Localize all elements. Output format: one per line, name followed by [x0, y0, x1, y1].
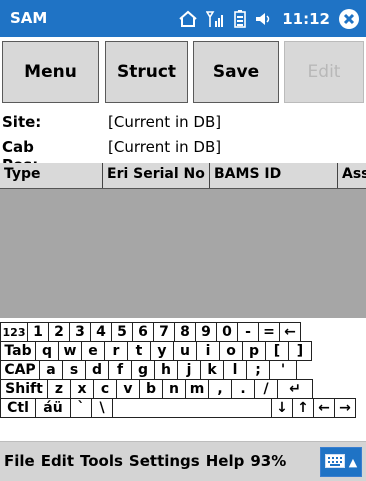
edit-button[interactable]: Edit	[284, 41, 364, 103]
key-4[interactable]: 4	[90, 322, 112, 342]
keyboard-row-2: Tab q w e r t y u i o p [ ]	[0, 341, 312, 361]
key-shift[interactable]: Shift	[0, 379, 48, 399]
save-button[interactable]: Save	[193, 41, 279, 103]
key-g[interactable]: g	[131, 360, 155, 380]
key-6[interactable]: 6	[132, 322, 154, 342]
key-c[interactable]: c	[93, 379, 117, 399]
clock[interactable]: 11:12	[282, 10, 330, 28]
key-down-arrow[interactable]: ↓	[271, 398, 293, 418]
status-icons: 11:12	[178, 0, 366, 37]
key-q[interactable]: q	[35, 341, 59, 361]
key-a[interactable]: a	[39, 360, 63, 380]
keyboard-row-5: Ctl áü ` \ ↓ ↑ ← →	[0, 398, 356, 418]
column-header-type[interactable]: Type	[0, 163, 103, 188]
cab-pos-value[interactable]: [Current in DB]	[108, 138, 221, 156]
title-bar: SAM 11:12	[0, 0, 366, 37]
keyboard-row-1: 123 1 2 3 4 5 6 7 8 9 0 - = ←	[0, 322, 301, 342]
menu-help[interactable]: Help	[206, 452, 245, 470]
soft-keyboard: 123 1 2 3 4 5 6 7 8 9 0 - = ← Tab q w e …	[0, 322, 366, 441]
key-m[interactable]: m	[185, 379, 209, 399]
key-tab[interactable]: Tab	[0, 341, 36, 361]
column-header-eri-serial-no[interactable]: Eri Serial No	[103, 163, 210, 188]
key-right-arrow[interactable]: →	[334, 398, 356, 418]
key-equals[interactable]: =	[258, 322, 280, 342]
key-5[interactable]: 5	[111, 322, 133, 342]
key-e[interactable]: e	[81, 341, 105, 361]
key-accents[interactable]: áü	[35, 398, 71, 418]
menu-tools[interactable]: Tools	[80, 452, 123, 470]
struct-button[interactable]: Struct	[105, 41, 188, 103]
site-value[interactable]: [Current in DB]	[108, 113, 221, 131]
key-caps[interactable]: CAP	[0, 360, 40, 380]
key-t[interactable]: t	[127, 341, 151, 361]
menu-bar: File Edit Tools Settings Help 93% ▲	[0, 441, 366, 481]
key-backspace[interactable]: ←	[279, 322, 301, 342]
key-o[interactable]: o	[219, 341, 243, 361]
key-r[interactable]: r	[104, 341, 128, 361]
key-semicolon[interactable]: ;	[246, 360, 270, 380]
key-i[interactable]: i	[196, 341, 220, 361]
key-comma[interactable]: ,	[208, 379, 232, 399]
close-icon[interactable]	[338, 8, 360, 30]
key-k[interactable]: k	[200, 360, 224, 380]
key-x[interactable]: x	[70, 379, 94, 399]
toolbar: Menu Struct Save Edit	[0, 37, 366, 107]
key-left-bracket[interactable]: [	[265, 341, 289, 361]
key-n[interactable]: n	[162, 379, 186, 399]
zoom-level[interactable]: 93%	[250, 452, 286, 470]
key-left-arrow[interactable]: ←	[313, 398, 335, 418]
volume-icon[interactable]	[254, 10, 274, 28]
key-p[interactable]: p	[242, 341, 266, 361]
key-ctrl[interactable]: Ctl	[0, 398, 36, 418]
keyboard-row-4: Shift z x c v b n m , . / ↵	[0, 379, 313, 399]
key-7[interactable]: 7	[153, 322, 175, 342]
key-backtick[interactable]: `	[70, 398, 92, 418]
keyboard-toggle-button[interactable]: ▲	[320, 447, 362, 477]
keyboard-icon	[324, 453, 345, 471]
key-u[interactable]: u	[173, 341, 197, 361]
key-v[interactable]: v	[116, 379, 140, 399]
menu-button[interactable]: Menu	[2, 41, 99, 103]
key-123[interactable]: 123	[0, 322, 28, 342]
menu-settings[interactable]: Settings	[129, 452, 200, 470]
key-s[interactable]: s	[62, 360, 86, 380]
key-3[interactable]: 3	[69, 322, 91, 342]
app-title: SAM	[10, 9, 48, 27]
key-b[interactable]: b	[139, 379, 163, 399]
key-apostrophe[interactable]: '	[269, 360, 297, 380]
menu-file[interactable]: File	[4, 452, 35, 470]
key-y[interactable]: y	[150, 341, 174, 361]
key-slash[interactable]: /	[254, 379, 278, 399]
key-1[interactable]: 1	[27, 322, 49, 342]
menu-edit[interactable]: Edit	[41, 452, 74, 470]
key-minus[interactable]: -	[237, 322, 259, 342]
key-l[interactable]: l	[223, 360, 247, 380]
key-j[interactable]: j	[177, 360, 201, 380]
key-up-arrow[interactable]: ↑	[292, 398, 314, 418]
key-right-bracket[interactable]: ]	[288, 341, 312, 361]
grid-header: Type Eri Serial No BAMS ID Ass	[0, 163, 366, 189]
key-z[interactable]: z	[47, 379, 71, 399]
caret-up-icon: ▲	[348, 455, 358, 469]
key-8[interactable]: 8	[174, 322, 196, 342]
key-f[interactable]: f	[108, 360, 132, 380]
key-w[interactable]: w	[58, 341, 82, 361]
key-2[interactable]: 2	[48, 322, 70, 342]
data-grid[interactable]: Type Eri Serial No BAMS ID Ass	[0, 163, 366, 318]
key-space[interactable]	[112, 398, 272, 418]
column-header-bams-id[interactable]: BAMS ID	[210, 163, 338, 188]
key-9[interactable]: 9	[195, 322, 217, 342]
site-label: Site:	[2, 113, 42, 131]
home-icon[interactable]	[178, 10, 198, 28]
signal-icon[interactable]	[206, 10, 226, 28]
keyboard-row-3: CAP a s d f g h j k l ; '	[0, 360, 297, 380]
battery-icon[interactable]	[234, 9, 247, 28]
key-d[interactable]: d	[85, 360, 109, 380]
key-h[interactable]: h	[154, 360, 178, 380]
column-header-ass[interactable]: Ass	[338, 163, 366, 188]
key-backslash[interactable]: \	[91, 398, 113, 418]
key-0[interactable]: 0	[216, 322, 238, 342]
key-period[interactable]: .	[231, 379, 255, 399]
key-enter[interactable]: ↵	[277, 379, 313, 399]
